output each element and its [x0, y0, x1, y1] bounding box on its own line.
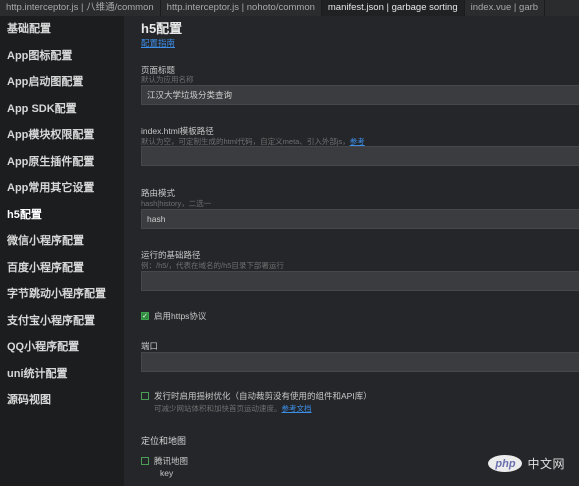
sidebar-item-app-native-plugins[interactable]: App原生插件配置: [0, 149, 124, 176]
tab-http-interceptor-nohoto[interactable]: http.interceptor.js | nohoto/common: [161, 0, 322, 16]
sidebar-item-basic[interactable]: 基础配置: [0, 16, 124, 43]
treeshake-label: 发行时启用摇树优化（自动裁剪没有使用的组件和API库）: [154, 391, 372, 401]
treeshake-checkbox[interactable]: [141, 392, 149, 400]
sidebar-item-app-splash[interactable]: App启动图配置: [0, 69, 124, 96]
sidebar-item-app-permissions[interactable]: App模块权限配置: [0, 122, 124, 149]
tab-index-vue[interactable]: index.vue | garb: [465, 0, 546, 16]
h5-config-panel: h5配置 配置指南 页面标题 默认为应用名称 江汉大学垃圾分类查询 index.…: [124, 16, 579, 486]
template-path-hint-text: 默认为空，可定制生成的html代码，自定义meta、引入外部js，: [141, 137, 350, 146]
sidebar-item-uni-stats[interactable]: uni统计配置: [0, 361, 124, 388]
base-path-hint: 例：/h5/，代表在域名的/h5目录下部署运行: [141, 261, 284, 270]
base-path-input[interactable]: [141, 271, 579, 291]
sidebar-item-app-icon[interactable]: App图标配置: [0, 43, 124, 70]
sidebar-item-wechat[interactable]: 微信小程序配置: [0, 228, 124, 255]
tab-http-interceptor-bawei[interactable]: http.interceptor.js | 八维通/common: [0, 0, 161, 16]
config-guide-link[interactable]: 配置指南: [141, 37, 175, 49]
treeshake-hint-text: 可减少网站体积和加快首页运动速度。: [154, 404, 282, 413]
sidebar-item-bytedance[interactable]: 字节跳动小程序配置: [0, 281, 124, 308]
https-label: 启用https协议: [154, 311, 207, 321]
sidebar-item-app-other[interactable]: App常用其它设置: [0, 175, 124, 202]
tab-manifest-json[interactable]: manifest.json | garbage sorting: [321, 0, 465, 16]
sidebar-item-app-sdk[interactable]: App SDK配置: [0, 96, 124, 123]
template-path-input[interactable]: [141, 146, 579, 166]
treeshake-hint: 可减少网站体积和加快首页运动速度。参考文档: [154, 403, 312, 414]
router-mode-input[interactable]: hash: [141, 209, 579, 229]
sidebar-item-qq[interactable]: QQ小程序配置: [0, 334, 124, 361]
sidebar-item-h5[interactable]: h5配置: [0, 202, 124, 229]
sidebar-item-source-view[interactable]: 源码视图: [0, 387, 124, 414]
tencent-map-key-label: key: [160, 468, 174, 478]
https-option[interactable]: ✓ 启用https协议: [141, 310, 206, 322]
page-title-input[interactable]: 江汉大学垃圾分类查询: [141, 85, 579, 105]
template-path-reference-link[interactable]: 参考: [350, 137, 365, 146]
php-watermark-text: 中文网: [527, 457, 565, 471]
treeshake-reference-link[interactable]: 参考文档: [282, 404, 312, 413]
page-title-hint: 默认为应用名称: [141, 75, 194, 84]
sidebar-item-baidu[interactable]: 百度小程序配置: [0, 255, 124, 282]
editor-tab-bar: http.interceptor.js | 八维通/common http.in…: [0, 0, 579, 17]
tencent-map-option[interactable]: 腾讯地图: [141, 455, 188, 467]
tencent-map-checkbox[interactable]: [141, 457, 149, 465]
port-input[interactable]: [141, 352, 579, 372]
https-checkbox[interactable]: ✓: [141, 312, 149, 320]
router-mode-hint: hash|history，二选一: [141, 199, 212, 208]
tencent-map-label: 腾讯地图: [154, 456, 189, 466]
php-logo-icon: php: [488, 455, 523, 472]
php-watermark: php 中文网: [488, 455, 565, 472]
sidebar-item-alipay[interactable]: 支付宝小程序配置: [0, 308, 124, 335]
treeshake-option[interactable]: 发行时启用摇树优化（自动裁剪没有使用的组件和API库）: [141, 390, 372, 402]
location-section-heading: 定位和地图: [141, 436, 187, 446]
config-sidebar: 基础配置 App图标配置 App启动图配置 App SDK配置 App模块权限配…: [0, 16, 124, 486]
page-title: h5配置: [141, 21, 183, 36]
port-label: 端口: [141, 341, 159, 351]
